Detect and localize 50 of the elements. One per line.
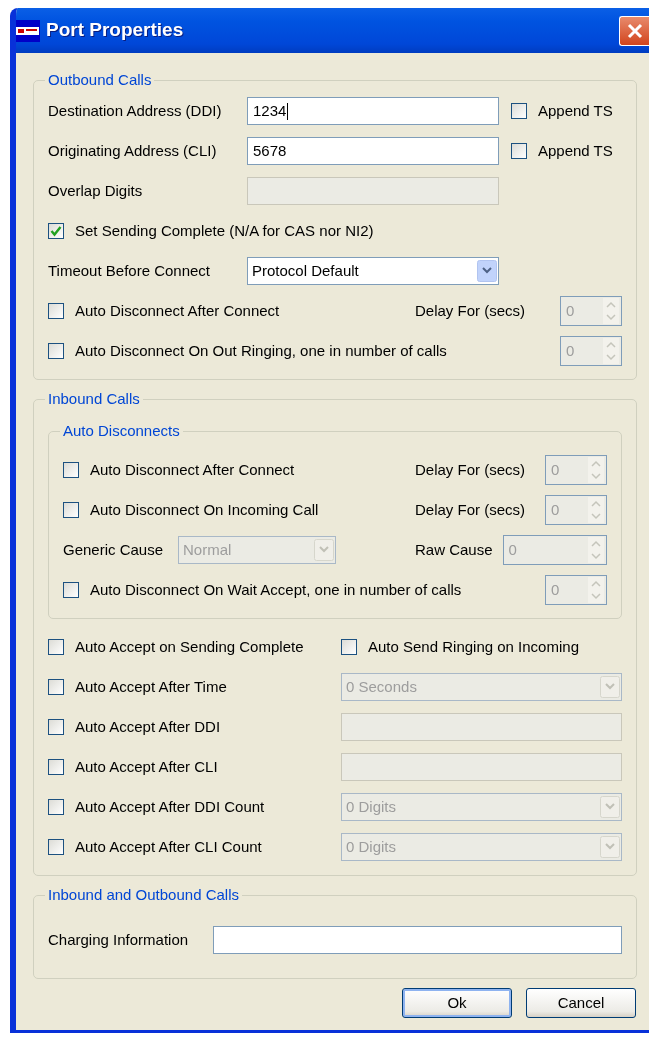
field-label: Delay For (secs) — [415, 300, 526, 321]
group-title: Inbound Calls — [47, 390, 141, 408]
text-field[interactable] — [213, 926, 622, 954]
text-field[interactable]: 1234 — [247, 97, 499, 125]
field-label: Overlap Digits — [48, 180, 144, 201]
checkbox-label: Auto Accept After DDI Count — [75, 796, 265, 817]
spin-arrows-icon — [588, 457, 604, 483]
field-label: Timeout Before Connect — [48, 260, 212, 281]
checkbox-label: Auto Accept After CLI — [75, 756, 218, 777]
ok-button[interactable]: Ok — [402, 988, 512, 1018]
checkbox-label: Auto Disconnect On Incoming Call — [90, 499, 319, 520]
checkbox[interactable] — [48, 223, 64, 239]
field-label: Charging Information — [48, 929, 190, 950]
dropdown[interactable]: Protocol Default — [247, 257, 499, 285]
app-icon — [16, 19, 40, 42]
text-field[interactable]: 5678 — [247, 137, 499, 165]
field-label: Generic Cause — [63, 539, 165, 560]
checkbox-label: Auto Send Ringing on Incoming — [368, 636, 579, 657]
group-title: Auto Disconnects — [62, 422, 181, 440]
checkbox[interactable] — [48, 639, 64, 655]
spin-arrows-icon — [603, 338, 619, 364]
field-label: Delay For (secs) — [415, 499, 526, 520]
checkbox[interactable] — [511, 103, 527, 119]
checkbox-label: Auto Accept After DDI — [75, 716, 221, 737]
window-title: Port Properties — [46, 18, 184, 43]
checkbox[interactable] — [341, 639, 357, 655]
group-title: Outbound Calls — [47, 71, 153, 89]
checkbox-label: Auto Disconnect After Connect — [75, 300, 280, 321]
field-label: Destination Address (DDI) — [48, 100, 223, 121]
spin-arrows-icon — [603, 298, 619, 324]
field-label: Originating Address (CLI) — [48, 140, 218, 161]
group-title: Inbound and Outbound Calls — [47, 886, 240, 904]
spin-arrows-icon — [588, 577, 604, 603]
field-label: Raw Cause — [415, 539, 493, 560]
field-label: Delay For (secs) — [415, 459, 526, 480]
checkbox-label: Auto Accept After Time — [75, 676, 227, 697]
checkbox-label: Auto Disconnect On Wait Accept, one in number of calls — [90, 579, 462, 600]
spin-arrows-icon — [588, 537, 604, 563]
spin-arrows-icon — [588, 497, 604, 523]
close-button[interactable] — [619, 15, 649, 46]
cancel-button[interactable]: Cancel — [526, 988, 636, 1018]
checkbox-label: Auto Disconnect On Out Ringing, one in number of calls — [75, 340, 447, 361]
checkbox-label: Set Sending Complete (N/A for CAS nor NI2) — [75, 220, 374, 241]
checkbox-label: Auto Accept After CLI Count — [75, 836, 262, 857]
checkbox-label: Append TS — [538, 140, 613, 161]
checkbox[interactable] — [511, 143, 527, 159]
checkbox-label: Auto Accept on Sending Complete — [75, 636, 304, 657]
checkbox-label: Auto Disconnect After Connect — [90, 459, 295, 480]
close-icon — [625, 21, 644, 40]
checkbox-label: Append TS — [538, 100, 613, 121]
